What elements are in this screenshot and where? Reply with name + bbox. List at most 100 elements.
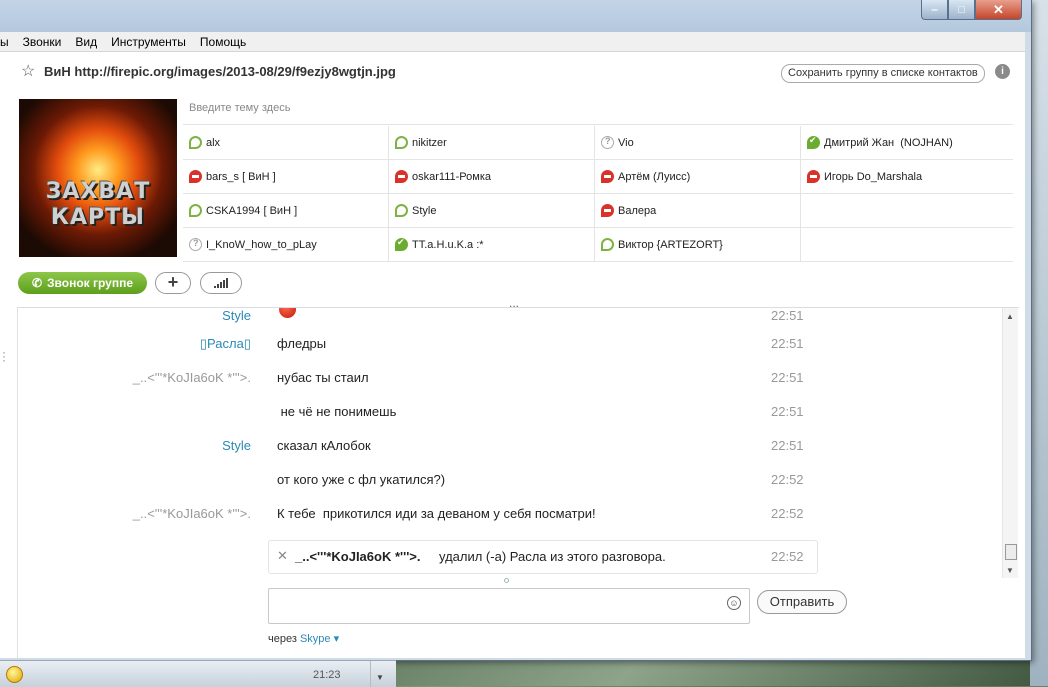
- emoticon-picker-icon[interactable]: ☺: [727, 596, 741, 610]
- maximize-button[interactable]: □: [948, 0, 975, 20]
- topic-field[interactable]: Введите тему здесь: [183, 97, 1013, 125]
- message-sender-name: Расла: [207, 336, 244, 351]
- status-dnd-icon: [601, 204, 614, 217]
- status-online-check-icon: [395, 237, 408, 251]
- participant-name: Артём (Луисс): [618, 170, 691, 183]
- message-list: Style 22:51 ▯Расла▯ фледры 22:51 _..<'''…: [17, 308, 1003, 578]
- conversation-header: ☆ ВиН http://firepic.org/images/2013-08/…: [17, 52, 1019, 310]
- system-message: ✕ _..<'''*KoJIa6oK *'''>. удалил (-а) Ра…: [268, 540, 818, 574]
- minimize-button[interactable]: ‒: [921, 0, 948, 20]
- message-time: 22:51: [771, 370, 804, 385]
- participant-item[interactable]: alx: [183, 126, 389, 159]
- send-via-link[interactable]: Skype ▾: [300, 633, 339, 645]
- participant-name: TT.a.H.u.K.a :*: [412, 238, 484, 251]
- menu-bar: ы Звонки Вид Инструменты Помощь: [0, 32, 1025, 52]
- participant-item[interactable]: bars_s [ ВиН ]: [183, 160, 389, 193]
- participant-empty-cell: [801, 194, 1007, 227]
- participant-item[interactable]: Виктор {ARTEZORT}: [595, 228, 801, 261]
- participant-item[interactable]: oskar111-Ромка: [389, 160, 595, 193]
- scrollbar-thumb[interactable]: [1005, 544, 1017, 560]
- participant-item[interactable]: TT.a.H.u.K.a :*: [389, 228, 595, 261]
- close-button[interactable]: ✕: [975, 0, 1022, 20]
- participant-name: CSKA1994 [ ВиН ]: [206, 204, 298, 217]
- message-sender[interactable]: _..<'''*KoJIa6oK *'''>.: [133, 506, 251, 521]
- participant-item[interactable]: Артём (Луисс): [595, 160, 801, 193]
- send-button[interactable]: Отправить: [757, 590, 847, 614]
- menu-item-contacts[interactable]: ы: [0, 35, 16, 49]
- participant-name: oskar111-Ромка: [412, 170, 491, 183]
- scroll-down-arrow-icon[interactable]: ▼: [1006, 566, 1014, 575]
- add-participant-button[interactable]: +: [155, 272, 191, 294]
- favorite-star-icon[interactable]: ☆: [21, 61, 35, 81]
- menu-item-view[interactable]: Вид: [68, 35, 104, 49]
- pane-resize-grip[interactable]: · · ·: [2, 346, 6, 366]
- smiley-emoticon-icon: [6, 666, 23, 683]
- title-bar[interactable]: ‒ □ ✕: [0, 0, 1031, 32]
- participants-row: I_KnoW_how_to_pLay TT.a.H.u.K.a :* Виктор …: [183, 228, 1013, 262]
- call-group-button[interactable]: ✆ Звонок группе: [18, 272, 147, 294]
- removed-x-icon: ✕: [277, 548, 288, 563]
- group-image-text-line2: КАРТЫ: [51, 205, 145, 230]
- contacts-pane-edge[interactable]: · · ·: [0, 52, 18, 658]
- status-dnd-icon: [395, 170, 408, 183]
- scroll-down-arrow-icon[interactable]: ▼: [376, 673, 384, 682]
- signal-bar-icon: [223, 280, 225, 288]
- signal-bar-icon: [220, 282, 222, 288]
- participant-empty-cell: [801, 228, 1007, 261]
- status-unknown-icon: [189, 238, 202, 251]
- message-time: 22:51: [771, 438, 804, 453]
- message-time: 22:52: [771, 506, 804, 521]
- chat-scrollbar[interactable]: ▲ ▼: [1002, 308, 1018, 578]
- system-message-time: 22:52: [771, 549, 804, 564]
- participant-name: Виктор {ARTEZORT}: [618, 238, 723, 251]
- save-group-button[interactable]: Сохранить группу в списке контактов: [781, 64, 985, 83]
- message-sender[interactable]: Style: [222, 438, 251, 453]
- menu-item-tools[interactable]: Инструменты: [104, 35, 193, 49]
- participant-item[interactable]: Валера: [595, 194, 801, 227]
- participant-item[interactable]: I_KnoW_how_to_pLay: [183, 228, 389, 261]
- scroll-up-arrow-icon[interactable]: ▲: [1006, 312, 1014, 321]
- participant-item[interactable]: Дмитрий Жан (NOJHAN): [801, 126, 1007, 159]
- participants-row: bars_s [ ВиН ] oskar111-Ромка Артём (Луисс…: [183, 160, 1013, 194]
- status-dnd-icon: [189, 170, 202, 183]
- participant-item[interactable]: Игорь Do_Marshala: [801, 160, 1007, 193]
- participant-item[interactable]: CSKA1994 [ ВиН ]: [183, 194, 389, 227]
- participant-item[interactable]: Style: [389, 194, 595, 227]
- participants-grid: alx nikitzer Vio Дмитрий Жан (NOJHAN) bars_s…: [183, 126, 1013, 262]
- message-sender[interactable]: _..<'''*KoJIa6oK *'''>.: [133, 370, 251, 385]
- info-icon[interactable]: i: [995, 64, 1010, 79]
- system-message-text: удалил (-а) Расла из этого разговора.: [439, 549, 666, 564]
- message-text: К тебе прикотился иди за деваном у себя …: [277, 506, 596, 521]
- menu-item-help[interactable]: Помощь: [193, 35, 253, 49]
- status-dnd-icon: [601, 170, 614, 183]
- compose-resize-handle[interactable]: [504, 578, 509, 583]
- group-avatar-image[interactable]: ЗАХВАТ КАРТЫ: [19, 99, 177, 257]
- system-message-actor[interactable]: _..<'''*KoJIa6oK *'''>.: [295, 549, 421, 564]
- client-area: · · · ☆ ВиН http://firepic.org/images/2013…: [0, 52, 1025, 658]
- chat-window: ‒ □ ✕ ы Звонки Вид Инструменты Помощь · ·…: [0, 0, 1032, 661]
- message-row: _..<'''*KoJIa6oK *'''>. нубас ты стаил 2…: [17, 370, 1003, 390]
- message-text: сказал кАлобок: [277, 438, 371, 453]
- unknown-glyph-icon: ▯: [243, 336, 251, 351]
- call-quality-button[interactable]: [200, 272, 242, 294]
- status-unknown-icon: [601, 136, 614, 149]
- background-message-time: 21:23: [313, 669, 341, 681]
- status-online-icon: [395, 204, 408, 217]
- menu-item-calls[interactable]: Звонки: [16, 35, 69, 49]
- participant-item[interactable]: nikitzer: [389, 126, 595, 159]
- signal-bar-icon: [226, 278, 228, 288]
- participant-name: alx: [206, 136, 221, 149]
- status-online-icon: [189, 136, 202, 149]
- participants-row: CSKA1994 [ ВиН ] Style Валера: [183, 194, 1013, 228]
- message-sender[interactable]: ▯Расла▯: [200, 336, 251, 352]
- signal-bar-icon: [217, 284, 219, 288]
- participant-name: Style: [412, 204, 437, 217]
- participant-item[interactable]: Vio: [595, 126, 801, 159]
- message-input[interactable]: [268, 588, 750, 624]
- message-sender[interactable]: Style: [222, 308, 251, 323]
- group-image-text-line1: ЗАХВАТ: [45, 179, 151, 204]
- angry-emoticon-icon: [279, 308, 296, 318]
- call-group-label: Звонок группе: [47, 276, 134, 290]
- status-dnd-icon: [807, 170, 820, 183]
- participant-name: Валера: [618, 204, 657, 217]
